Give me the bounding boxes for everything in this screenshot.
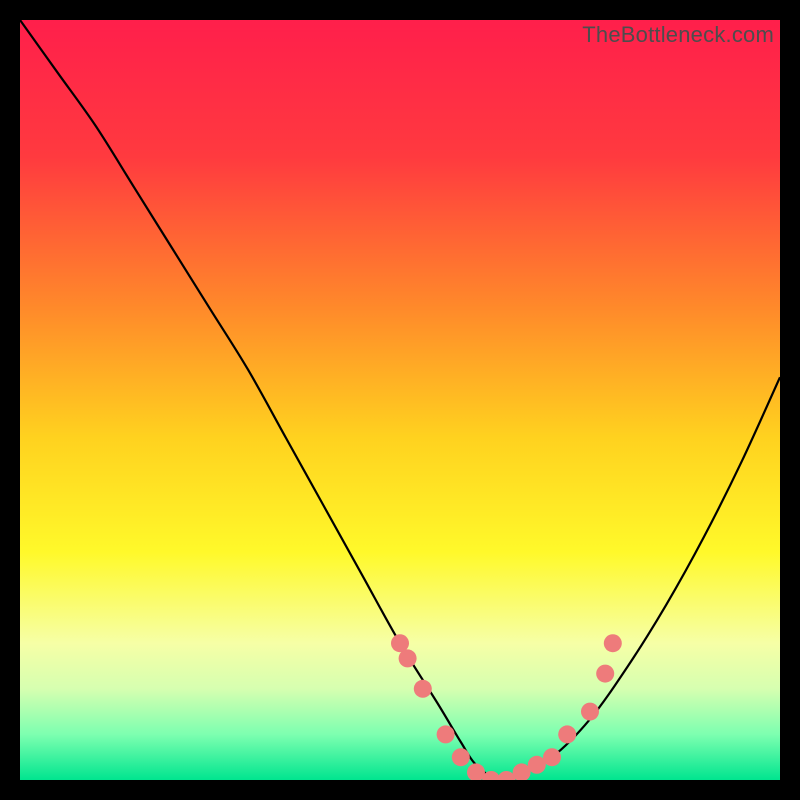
bottleneck-chart xyxy=(20,20,780,780)
marker-point xyxy=(399,649,417,667)
chart-frame: TheBottleneck.com xyxy=(20,20,780,780)
watermark-label: TheBottleneck.com xyxy=(582,22,774,48)
chart-background xyxy=(20,20,780,780)
marker-point xyxy=(581,703,599,721)
marker-point xyxy=(604,634,622,652)
marker-point xyxy=(596,665,614,683)
marker-point xyxy=(558,725,576,743)
marker-point xyxy=(543,748,561,766)
marker-point xyxy=(437,725,455,743)
marker-point xyxy=(414,680,432,698)
marker-point xyxy=(452,748,470,766)
